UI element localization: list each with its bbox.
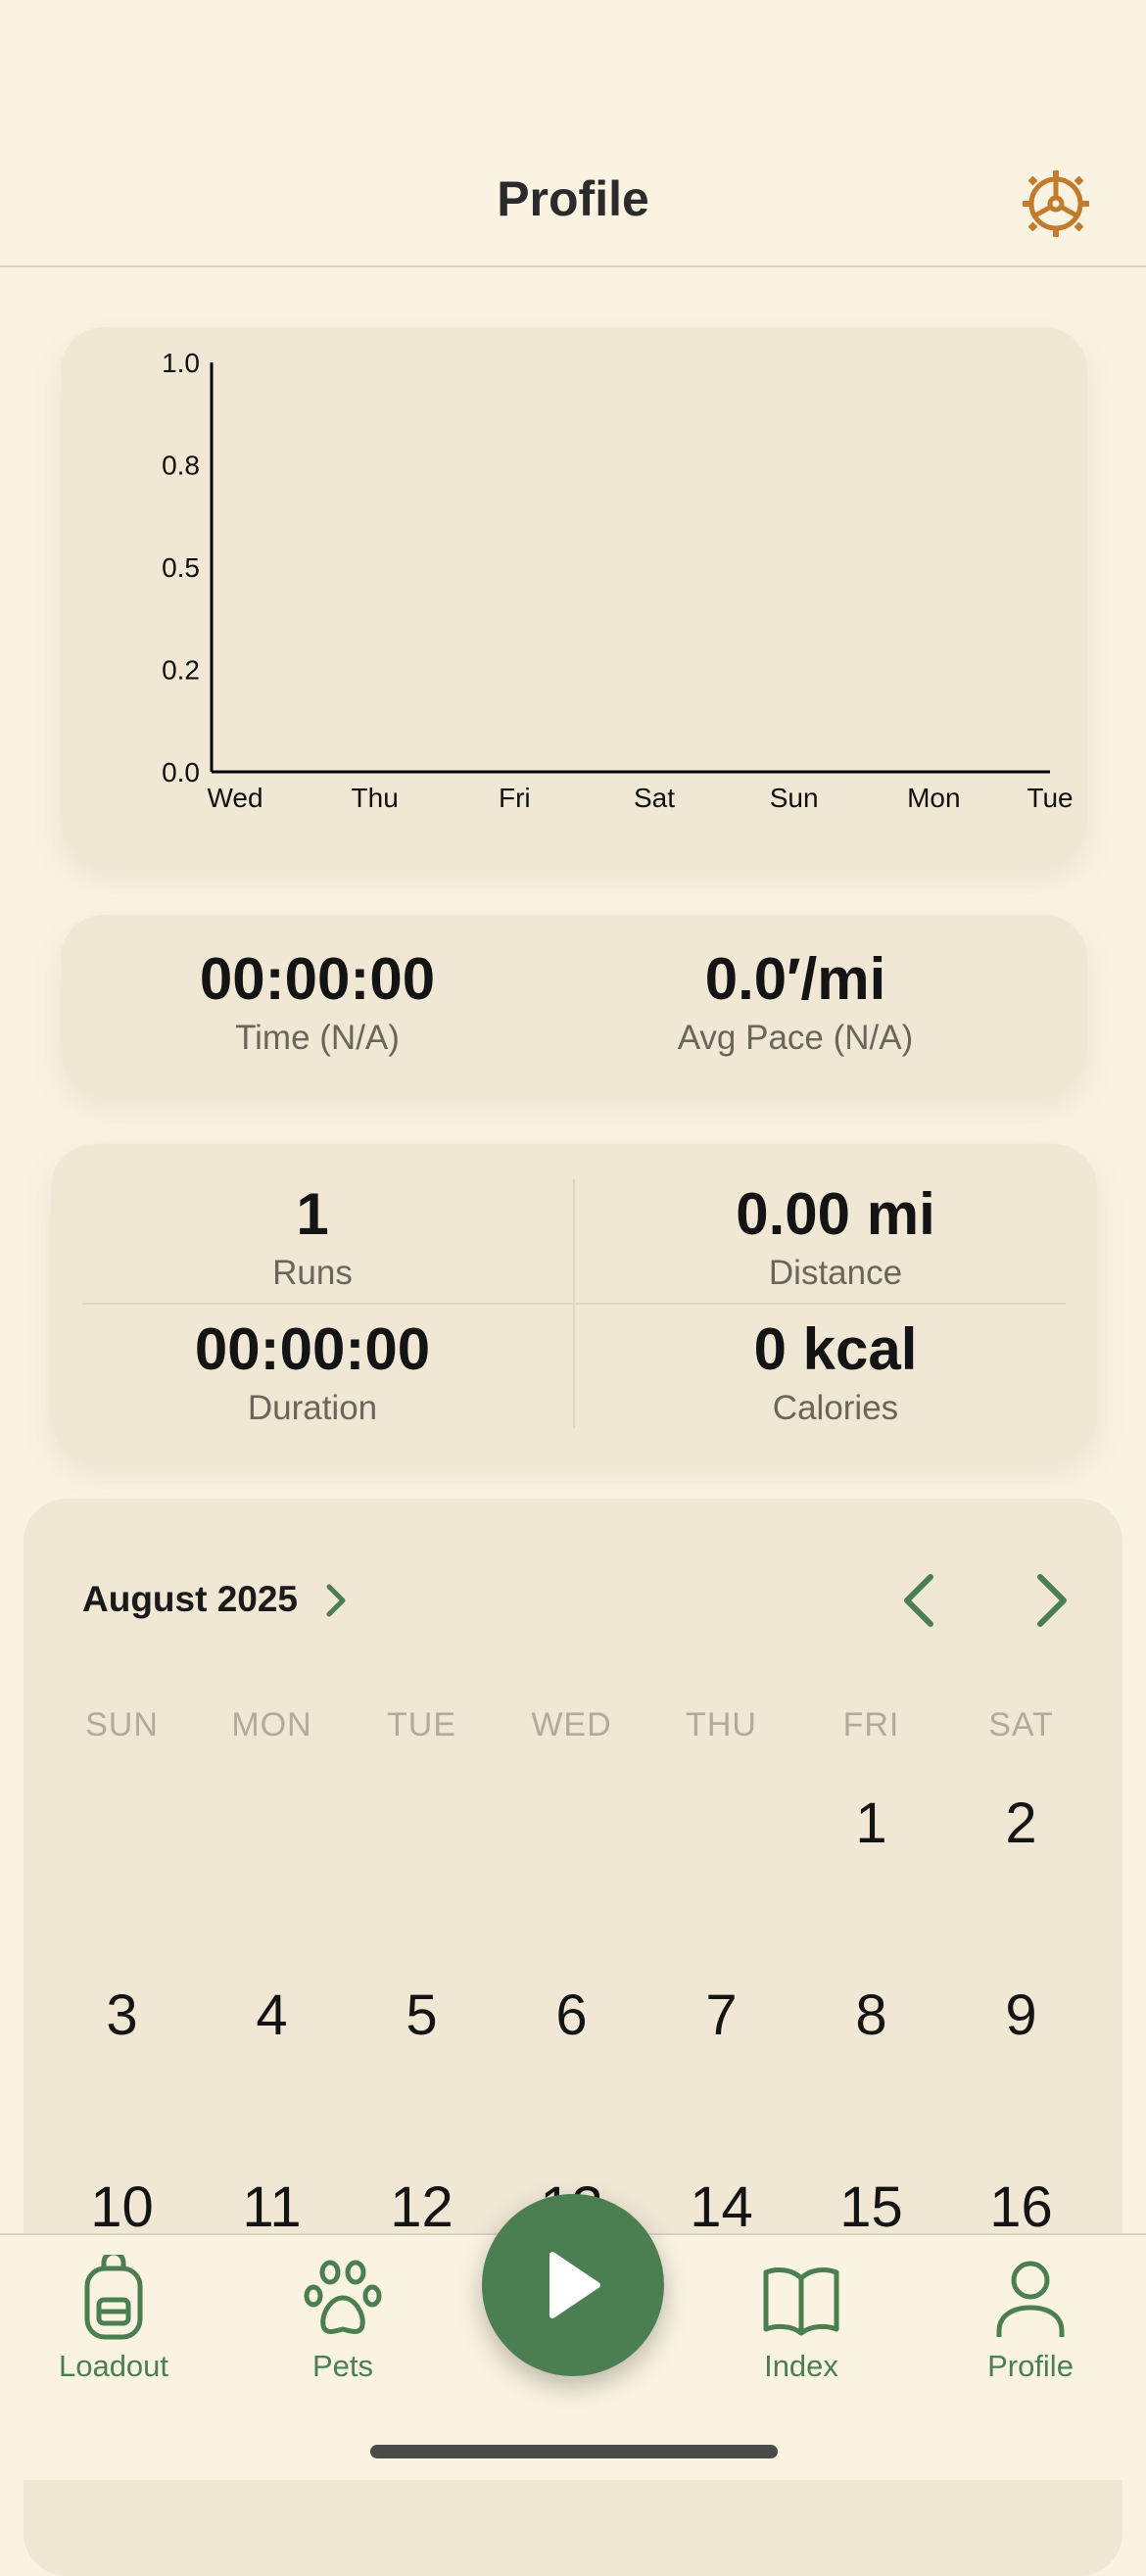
calendar-day[interactable]: 8 [796,1982,946,2048]
tab-pets-label: Pets [311,2349,374,2383]
tab-profile[interactable]: Profile [932,2255,1128,2384]
tab-loadout-label: Loadout [58,2349,169,2383]
calories-value: 0 kcal [753,1316,918,1382]
calories-stat: 0 kcal Calories [574,1320,1097,1428]
time-label: Time (N/A) [235,1019,400,1057]
weekly-chart-card: 1.0 0.8 0.5 0.2 0.0 Wed Thu Fri Sat Sun Mon Tue [61,327,1087,864]
duration-stat: 00:00:00 Duration [51,1320,574,1428]
weekday-label: WED [531,1706,612,1743]
runs-label: Runs [272,1254,353,1292]
time-pace-card: 00:00:00 Time (N/A) 0.0′/mi Avg Pace (N/… [61,915,1087,1093]
calendar-day[interactable]: 16 [946,2174,1096,2240]
pace-label: Avg Pace (N/A) [677,1019,914,1057]
tab-pets[interactable]: Pets [245,2255,441,2384]
calendar-day[interactable]: 9 [946,1982,1096,2048]
x-tick-label: Mon [907,783,960,813]
weekday-label: TUE [387,1706,456,1743]
x-tick-label: Sat [634,783,675,813]
calendar-day[interactable]: 6 [497,1982,646,2048]
weekday-label: SUN [85,1706,159,1743]
distance-value: 0.00 mi [736,1181,935,1247]
distance-stat: 0.00 mi Distance [574,1185,1097,1293]
pace-stat: 0.0′/mi Avg Pace (N/A) [539,915,1052,1058]
backpack-icon [84,2255,143,2340]
x-tick-label: Wed [207,783,263,813]
x-tick-label: Tue [1027,783,1073,813]
x-tick-label: Fri [499,783,531,813]
calendar-day[interactable]: 5 [347,1982,497,2048]
paw-icon [304,2260,382,2334]
distance-label: Distance [768,1254,903,1292]
time-value: 00:00:00 [199,946,436,1012]
weekday-label: MON [231,1706,312,1743]
x-tick-label: Sun [770,783,819,813]
home-indicator [370,2445,778,2458]
weekday-label: THU [686,1706,757,1743]
calendar-day[interactable]: 3 [47,1982,197,2048]
calendar-day[interactable]: 14 [646,2174,796,2240]
pace-value: 0.0′/mi [704,946,886,1012]
start-run-button[interactable] [482,2194,664,2376]
calories-label: Calories [772,1389,899,1427]
tab-profile-label: Profile [987,2349,1074,2383]
calendar-day[interactable]: 12 [347,2174,497,2240]
divider-horizontal [82,1303,1066,1305]
chevron-right-icon[interactable] [321,1579,351,1622]
previous-month-button[interactable] [891,1571,950,1630]
calendar-day[interactable]: 10 [47,2174,197,2240]
duration-label: Duration [247,1389,378,1427]
y-tick-label: 0.5 [162,552,200,583]
duration-value: 00:00:00 [194,1316,431,1382]
y-tick-label: 0.8 [162,451,200,481]
calendar-day[interactable]: 11 [197,2174,347,2240]
time-stat: 00:00:00 Time (N/A) [61,915,574,1058]
x-tick-label: Thu [352,783,399,813]
calendar-day[interactable]: 1 [796,1790,946,1856]
y-tick-label: 0.0 [162,757,200,787]
y-tick-label: 1.0 [162,348,200,378]
weekly-chart: 1.0 0.8 0.5 0.2 0.0Wed Thu Fri Sat Sun Mon Tue [162,348,1074,813]
gear-icon[interactable] [1021,168,1091,239]
tab-index-label: Index [764,2349,838,2383]
play-icon [549,2252,600,2318]
book-icon [763,2267,839,2336]
calendar-day[interactable]: 4 [197,1982,347,2048]
tab-index[interactable]: Index [703,2255,899,2384]
runs-stat: 1 Runs [51,1185,574,1293]
calendar-day[interactable]: 2 [946,1790,1096,1856]
weekday-label: FRI [842,1706,900,1743]
runs-value: 1 [296,1181,329,1247]
weekday-label: SAT [988,1706,1054,1743]
month-title[interactable]: August 2025 [82,1579,298,1620]
page-title: Profile [497,171,649,226]
calendar-day[interactable]: 15 [796,2174,946,2240]
y-tick-label: 0.2 [162,655,200,686]
person-icon [996,2261,1065,2337]
tab-loadout[interactable]: Loadout [16,2255,212,2384]
summary-card: 1 Runs 0.00 mi Distance 00:00:00 Duratio… [51,1144,1097,1459]
header: Profile [0,0,1146,267]
next-month-button[interactable] [1021,1571,1079,1630]
calendar-day[interactable]: 7 [646,1982,796,2048]
